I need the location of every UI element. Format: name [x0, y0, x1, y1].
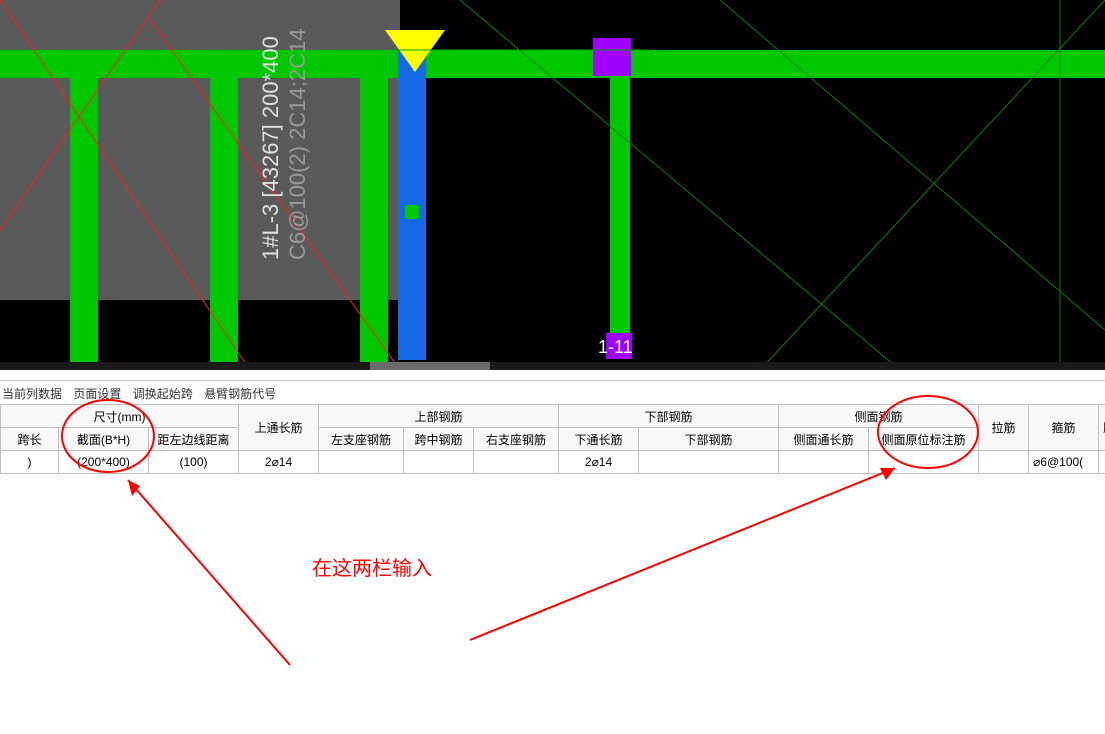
- cell-side-through[interactable]: [779, 451, 869, 474]
- col-section[interactable]: 截面(B*H): [59, 428, 149, 451]
- col-side-inplace[interactable]: 侧面原位标注筋: [869, 428, 979, 451]
- menu-current-column[interactable]: 当前列数据: [2, 385, 62, 402]
- cell-left-support[interactable]: [319, 451, 404, 474]
- cell-tie[interactable]: [979, 451, 1029, 474]
- table-row[interactable]: ) (200*400) (100) 2⌀14 2⌀14 ⌀6@100( 2: [1, 451, 1105, 474]
- cell-section[interactable]: (200*400): [59, 451, 149, 474]
- grid-toolbar: 当前列数据 页面设置 调换起始跨 悬臂钢筋代号: [0, 380, 1105, 404]
- beam-label-1: 1#L-3 [43267] 200*400: [258, 36, 283, 260]
- cell-bottom-rebar[interactable]: [639, 451, 779, 474]
- cell-stirrup[interactable]: ⌀6@100(: [1029, 451, 1099, 474]
- cell-bottom-through[interactable]: 2⌀14: [559, 451, 639, 474]
- col-top-through[interactable]: 上通长筋: [239, 405, 319, 451]
- cell-span[interactable]: ): [1, 451, 59, 474]
- col-side-through[interactable]: 侧面通长筋: [779, 428, 869, 451]
- col-left-support[interactable]: 左支座钢筋: [319, 428, 404, 451]
- col-bottom-rebar[interactable]: 下部钢筋: [639, 428, 779, 451]
- beam-rebar-grid[interactable]: 尺寸(mm) 上通长筋 上部钢筋 下部钢筋 侧面钢筋 拉筋 箍筋 肢 跨长 截面…: [0, 404, 1105, 474]
- col-right-support[interactable]: 右支座钢筋: [474, 428, 559, 451]
- col-left-dist[interactable]: 距左边线距离: [149, 428, 239, 451]
- col-tie[interactable]: 拉筋: [979, 405, 1029, 451]
- col-bottom-through[interactable]: 下通长筋: [559, 428, 639, 451]
- menu-cantilever-code[interactable]: 悬臂钢筋代号: [204, 385, 276, 402]
- col-mid[interactable]: 跨中钢筋: [404, 428, 474, 451]
- col-limb[interactable]: 肢: [1099, 405, 1105, 451]
- cell-side-inplace[interactable]: [869, 451, 979, 474]
- col-group-top: 上部钢筋: [319, 405, 559, 428]
- cell-top-through[interactable]: 2⌀14: [239, 451, 319, 474]
- col-stirrup[interactable]: 箍筋: [1029, 405, 1099, 451]
- cell-mid[interactable]: [404, 451, 474, 474]
- annotation-text: 在这两栏输入: [312, 552, 432, 581]
- col-group-size: 尺寸(mm): [1, 405, 239, 428]
- col-group-side: 侧面钢筋: [779, 405, 979, 428]
- menu-page-setup[interactable]: 页面设置: [73, 385, 121, 402]
- col-span[interactable]: 跨长: [1, 428, 59, 451]
- cad-viewport[interactable]: 1#L-3 [43267] 200*400 C6@100(2) 2C14;2C1…: [0, 0, 1105, 370]
- cell-limb[interactable]: 2: [1099, 451, 1105, 474]
- col-group-bottom: 下部钢筋: [559, 405, 779, 428]
- dim-label: 1-11: [598, 337, 633, 357]
- cell-right-support[interactable]: [474, 451, 559, 474]
- menu-swap-start-span[interactable]: 调换起始跨: [133, 385, 193, 402]
- beam-label-2: C6@100(2) 2C14;2C14: [285, 29, 310, 260]
- cell-left-dist[interactable]: (100): [149, 451, 239, 474]
